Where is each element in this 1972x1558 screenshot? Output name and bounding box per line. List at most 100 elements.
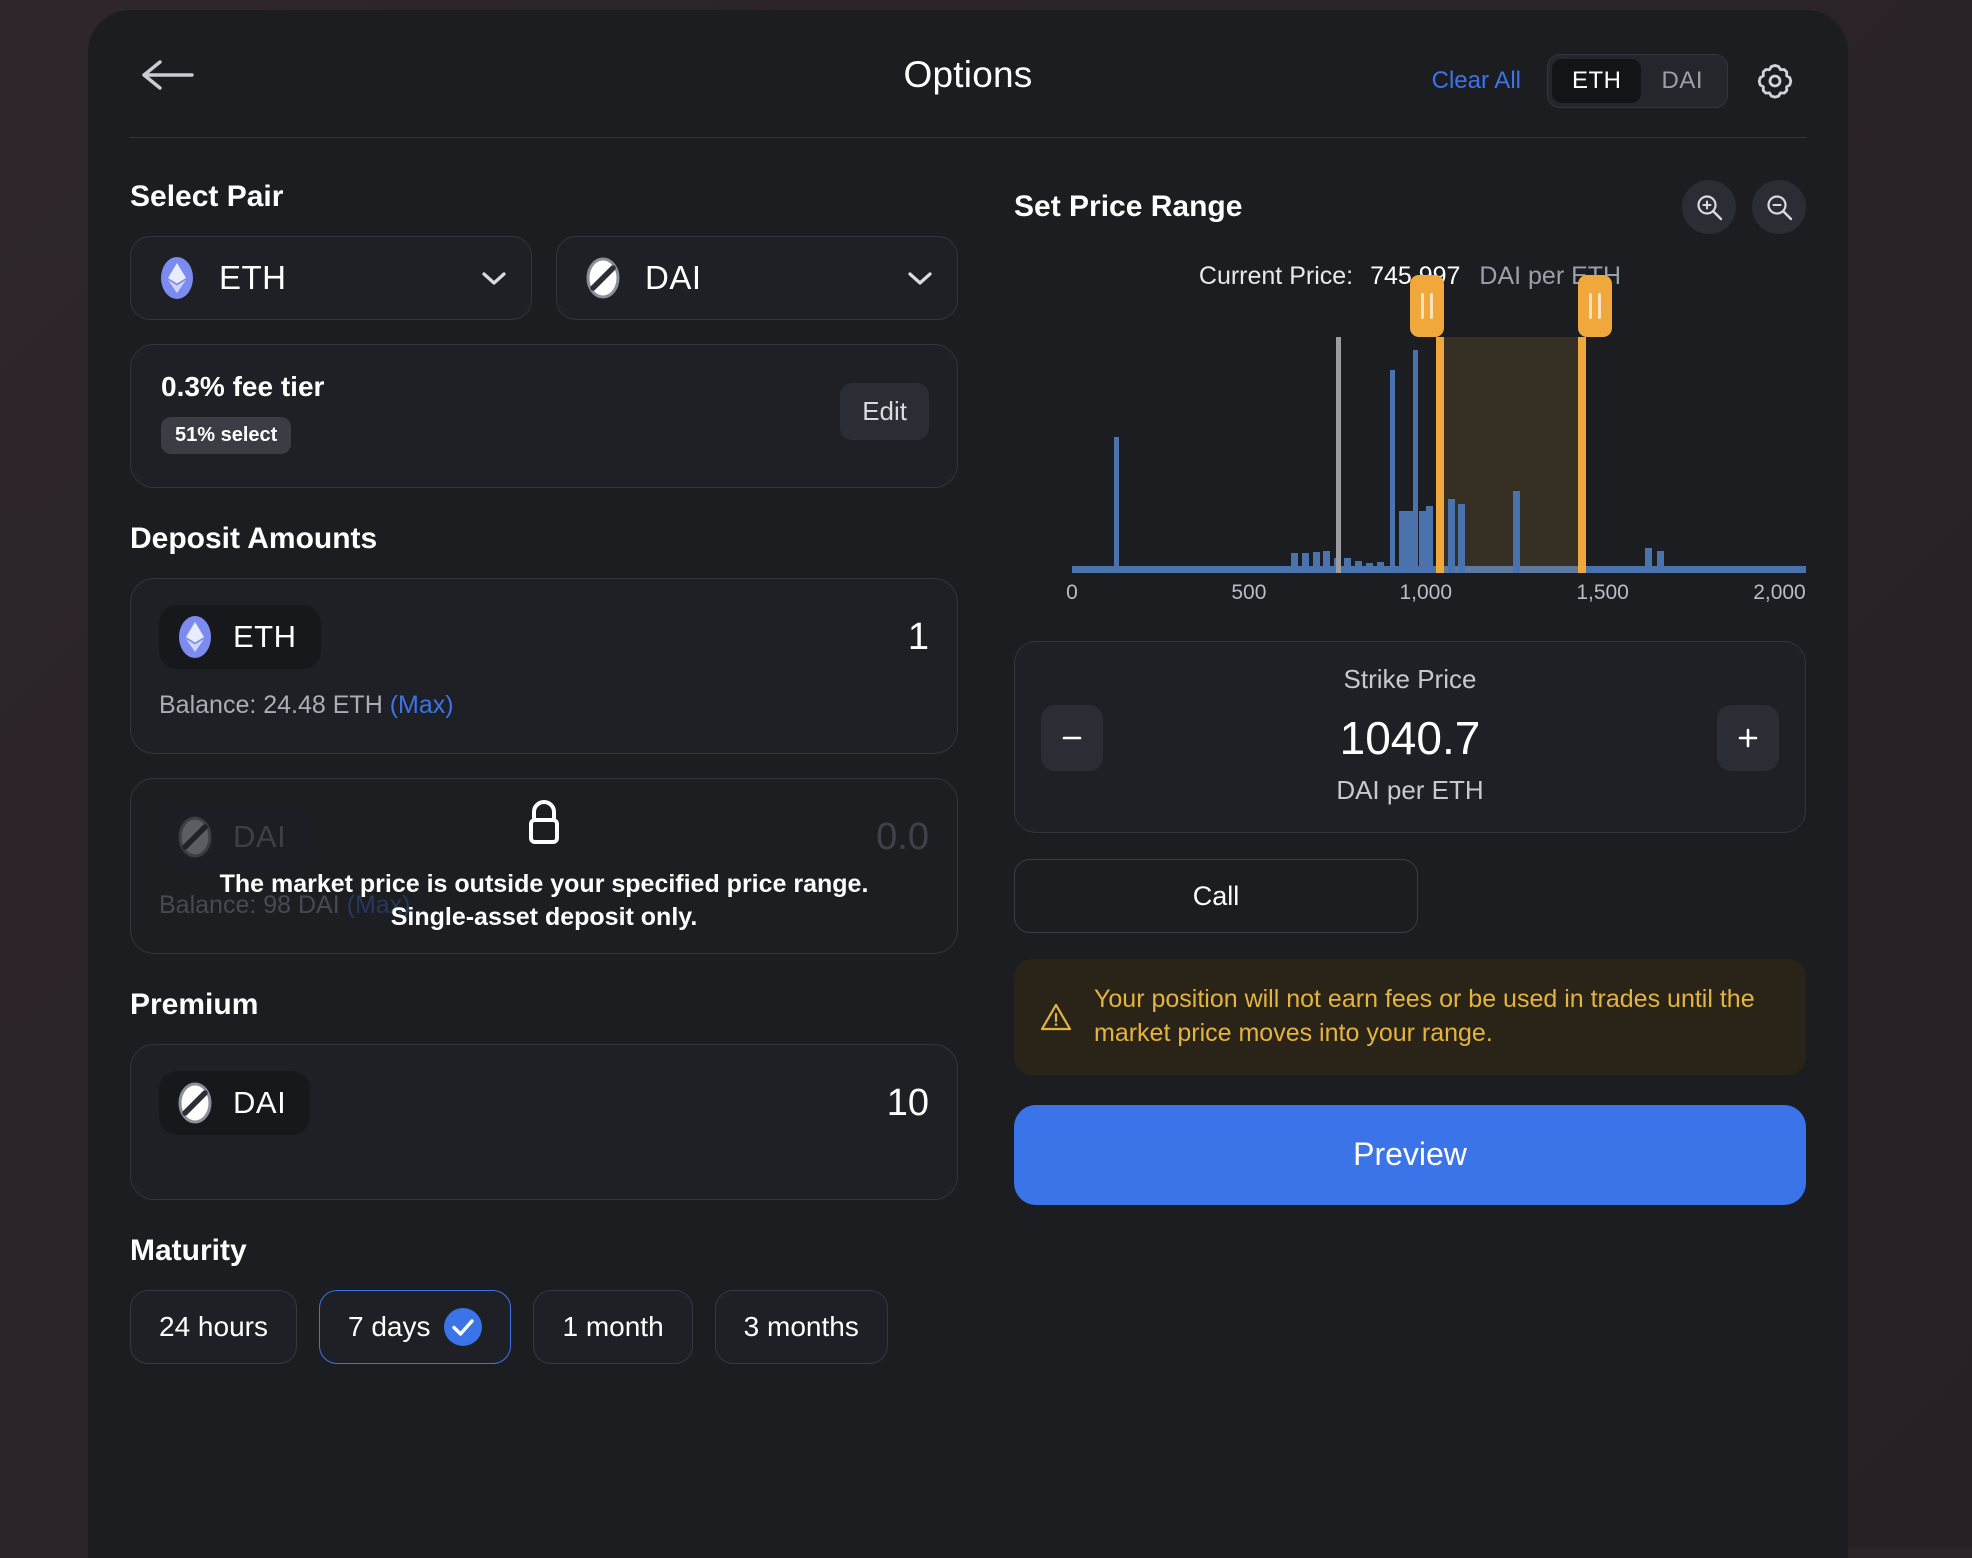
eth-balance-line: Balance: 24.48 ETH (Max) bbox=[159, 691, 929, 720]
range-warning-banner: Your position will not earn fees or be u… bbox=[1014, 959, 1806, 1075]
maturity-option-24-hours[interactable]: 24 hours bbox=[130, 1290, 297, 1364]
base-token-symbol: ETH bbox=[219, 259, 287, 296]
liquidity-bar bbox=[1354, 560, 1362, 573]
currency-toggle-eth[interactable]: ETH bbox=[1551, 59, 1642, 103]
maturity-label: 7 days bbox=[347, 1311, 431, 1342]
warning-triangle-icon bbox=[1040, 1002, 1072, 1032]
maturity-title: Maturity bbox=[130, 1234, 247, 1267]
header-actions: Clear All ETH DAI bbox=[1432, 54, 1796, 108]
dai-lock-message: The market price is outside your specifi… bbox=[219, 870, 869, 931]
price-range-header: Set Price Range bbox=[1014, 180, 1806, 234]
maturity-option-7-days[interactable]: 7 days bbox=[318, 1290, 512, 1364]
liquidity-bar bbox=[1657, 550, 1665, 573]
range-warning-text: Your position will not earn fees or be u… bbox=[1094, 985, 1755, 1047]
maturity-label: 1 month bbox=[562, 1311, 664, 1342]
quote-token-symbol: DAI bbox=[645, 259, 702, 296]
liquidity-bar bbox=[1301, 553, 1309, 573]
liquidity-bar bbox=[1291, 553, 1299, 573]
fee-tier-badge: 51% select bbox=[161, 417, 292, 454]
lock-icon bbox=[522, 798, 566, 850]
deposit-amounts-title: Deposit Amounts bbox=[130, 522, 378, 555]
liquidity-bar bbox=[1425, 506, 1433, 573]
liquidity-bar bbox=[1513, 491, 1521, 573]
dai-deposit-card-locked: DAI 0.0 Balance: 98 DAI (Max) The market… bbox=[130, 778, 958, 954]
strike-price-controls: 1040.7 bbox=[1041, 705, 1779, 771]
chevron-down-icon bbox=[481, 270, 507, 286]
maturity-option-1-month[interactable]: 1 month bbox=[533, 1290, 693, 1364]
eth-deposit-card[interactable]: ETH 1 Balance: 24.48 ETH (Max) bbox=[130, 578, 958, 754]
premium-symbol: DAI bbox=[233, 1085, 287, 1120]
price-range-title: Set Price Range bbox=[1014, 190, 1243, 223]
maturity-label: 3 months bbox=[743, 1311, 859, 1342]
zoom-out-icon[interactable] bbox=[1752, 180, 1806, 234]
plus-icon bbox=[1738, 728, 1758, 748]
minus-icon bbox=[1062, 736, 1082, 740]
axis-tick-label: 2,000 bbox=[1753, 581, 1806, 604]
clear-all-button[interactable]: Clear All bbox=[1432, 67, 1521, 95]
premium-token-chip[interactable]: DAI bbox=[159, 1071, 311, 1135]
liquidity-bar bbox=[1645, 548, 1653, 573]
maturity-options: 24 hours 7 days 1 month 3 months bbox=[130, 1290, 958, 1364]
strike-price-value-group: 1040.7 bbox=[1340, 711, 1481, 765]
right-column: Set Price Range Current Price: DAI per E… bbox=[1000, 138, 1848, 1558]
currency-toggle-dai[interactable]: DAI bbox=[1641, 59, 1723, 103]
current-price-label: Current Price: bbox=[1198, 262, 1354, 290]
maturity-label: 24 hours bbox=[159, 1311, 268, 1342]
dai-lock-overlay: The market price is outside your specifi… bbox=[131, 779, 957, 953]
strike-price-unit: DAI per ETH bbox=[1336, 775, 1484, 805]
preview-button[interactable]: Preview bbox=[1014, 1104, 1806, 1205]
chart-zoom-controls bbox=[1682, 180, 1806, 234]
current-price-marker bbox=[1335, 337, 1341, 573]
premium-amount[interactable]: 10 bbox=[887, 1082, 929, 1125]
premium-card[interactable]: DAI 10 bbox=[130, 1044, 958, 1200]
liquidity-chart-plot[interactable] bbox=[1072, 275, 1806, 573]
dai-token-icon bbox=[581, 256, 625, 300]
dai-token-icon bbox=[173, 1081, 217, 1125]
gear-icon[interactable] bbox=[1754, 60, 1796, 102]
edit-fee-tier-button[interactable]: Edit bbox=[840, 383, 929, 440]
axis-tick-label: 1,000 bbox=[1399, 581, 1453, 604]
fee-tier-card: 0.3% fee tier 51% select Edit bbox=[130, 344, 958, 488]
fee-tier-info: 0.3% fee tier 51% select bbox=[161, 371, 840, 454]
liquidity-bar bbox=[1412, 349, 1418, 573]
check-icon bbox=[444, 1308, 483, 1346]
liquidity-bar bbox=[1323, 550, 1331, 573]
strike-increment-button[interactable] bbox=[1716, 705, 1779, 771]
options-panel: Options Clear All ETH DAI Select Pair ET… bbox=[88, 10, 1848, 1558]
liquidity-bar bbox=[1376, 561, 1384, 573]
range-min-edge bbox=[1436, 337, 1445, 573]
axis-tick-label: 500 bbox=[1231, 581, 1267, 604]
maturity-option-3-months[interactable]: 3 months bbox=[714, 1290, 888, 1364]
header: Options Clear All ETH DAI bbox=[88, 10, 1848, 138]
chart-x-axis: 0 500 1,000 1,500 2,000 bbox=[1066, 575, 1806, 615]
eth-balance-text: Balance: 24.48 ETH bbox=[159, 691, 383, 719]
liquidity-bar bbox=[1365, 563, 1373, 573]
eth-token-chip[interactable]: ETH bbox=[159, 605, 321, 669]
range-max-edge bbox=[1578, 337, 1587, 573]
zoom-in-icon[interactable] bbox=[1682, 180, 1736, 234]
eth-max-button[interactable]: (Max) bbox=[390, 691, 454, 719]
range-max-handle[interactable] bbox=[1578, 275, 1613, 337]
currency-toggle: ETH DAI bbox=[1546, 54, 1728, 108]
base-token-select[interactable]: ETH bbox=[130, 236, 532, 320]
eth-token-icon bbox=[173, 615, 217, 659]
chevron-down-icon bbox=[907, 270, 933, 286]
liquidity-bar bbox=[1447, 498, 1455, 573]
eth-token-icon bbox=[155, 256, 199, 300]
quote-token-select[interactable]: DAI bbox=[556, 236, 958, 320]
call-option-button[interactable]: Call bbox=[1014, 859, 1418, 933]
eth-deposit-amount[interactable]: 1 bbox=[908, 616, 929, 659]
liquidity-bar bbox=[1114, 436, 1120, 573]
liquidity-chart[interactable]: 0 500 1,000 1,500 2,000 bbox=[1014, 275, 1806, 615]
eth-deposit-symbol: ETH bbox=[233, 619, 297, 654]
range-min-handle[interactable] bbox=[1410, 275, 1445, 337]
liquidity-bar bbox=[1390, 369, 1396, 573]
liquidity-bar bbox=[1312, 551, 1320, 573]
axis-tick-label: 1,500 bbox=[1576, 581, 1629, 604]
strike-decrement-button[interactable] bbox=[1041, 705, 1103, 771]
strike-price-value[interactable]: 1040.7 bbox=[1340, 711, 1481, 765]
eth-deposit-row: ETH 1 bbox=[159, 605, 929, 669]
strike-price-label: Strike Price bbox=[1343, 664, 1477, 694]
fee-tier-title: 0.3% fee tier bbox=[161, 371, 325, 402]
select-pair-title: Select Pair bbox=[130, 180, 284, 213]
